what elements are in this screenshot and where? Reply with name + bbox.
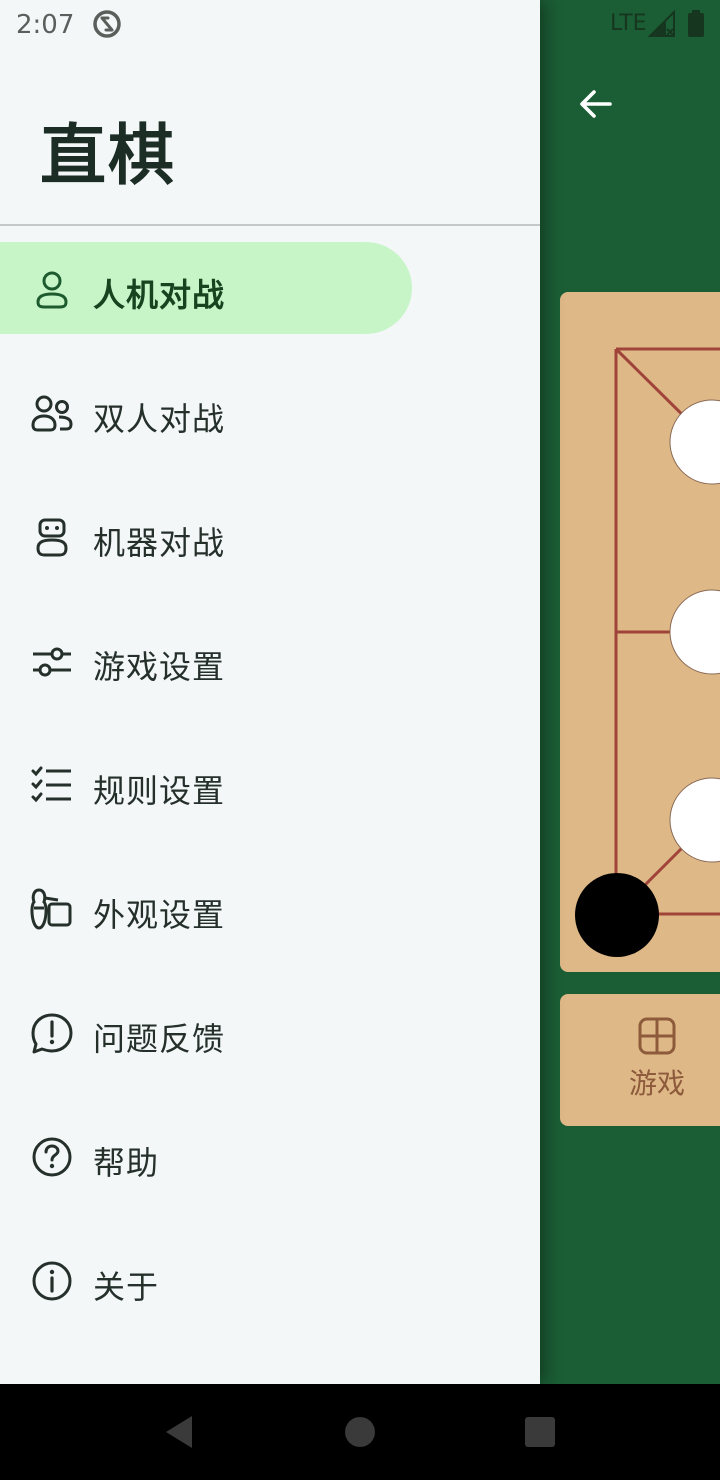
feedback-icon: [31, 1013, 73, 1054]
system-navigation-bar: [0, 1384, 720, 1480]
nav-label: 机器对战: [93, 524, 226, 562]
nav-item-game-settings[interactable]: 游戏设置: [0, 614, 412, 706]
robot-icon: [36, 518, 68, 557]
nav-label: 帮助: [93, 1144, 160, 1182]
nav-item-human-vs-ai[interactable]: 人机对战: [0, 242, 412, 334]
white-piece[interactable]: [669, 777, 720, 863]
home-circle-icon[interactable]: [340, 1412, 380, 1452]
white-piece[interactable]: [669, 589, 720, 675]
nav-item-about[interactable]: 关于: [0, 1234, 412, 1326]
arrow-left-icon: [580, 90, 612, 118]
recents-square-icon[interactable]: [520, 1412, 560, 1452]
person-icon: [36, 271, 68, 309]
game-board[interactable]: [560, 292, 720, 972]
tab-game-label: 游戏: [628, 1067, 685, 1100]
black-piece[interactable]: [575, 873, 659, 957]
nav-item-two-player[interactable]: 双人对战: [0, 366, 412, 458]
grid-icon: [638, 1017, 676, 1055]
back-triangle-icon[interactable]: [160, 1412, 200, 1452]
nav-item-help[interactable]: 帮助: [0, 1110, 412, 1202]
white-piece[interactable]: [669, 399, 720, 485]
nav-label: 外观设置: [93, 896, 226, 934]
sliders-icon: [33, 647, 71, 677]
drawer-title: 直棋: [40, 117, 176, 194]
help-icon: [32, 1137, 72, 1177]
nav-item-rule-settings[interactable]: 规则设置: [0, 738, 412, 830]
checklist-icon: [31, 766, 71, 803]
nav-label: 游戏设置: [93, 648, 226, 686]
nav-item-ai-vs-ai[interactable]: 机器对战: [0, 490, 412, 582]
screen: 游戏 2:07 LTE 直棋 人机对战 双人对战 机器对战 游戏设置 规则设置 …: [0, 0, 720, 1480]
nav-item-appearance-settings[interactable]: 外观设置: [0, 862, 412, 954]
nav-label: 关于: [93, 1268, 160, 1306]
info-icon: [32, 1261, 72, 1301]
drawer-divider: [0, 224, 540, 226]
navigation-drawer: 直棋 人机对战 双人对战 机器对战 游戏设置 规则设置 外观设置 问题反馈 帮助…: [0, 0, 540, 1384]
bottom-navigation-card: 游戏: [560, 994, 720, 1126]
nav-item-feedback[interactable]: 问题反馈: [0, 986, 412, 1078]
back-button[interactable]: [572, 80, 620, 128]
nav-label: 双人对战: [93, 400, 226, 438]
nav-label: 问题反馈: [93, 1020, 226, 1058]
nav-label: 规则设置: [93, 772, 226, 810]
two-people-icon: [31, 395, 73, 432]
nav-label: 人机对战: [93, 276, 226, 314]
palette-icon: [30, 888, 72, 930]
tab-game[interactable]: 游戏: [600, 1016, 714, 1108]
